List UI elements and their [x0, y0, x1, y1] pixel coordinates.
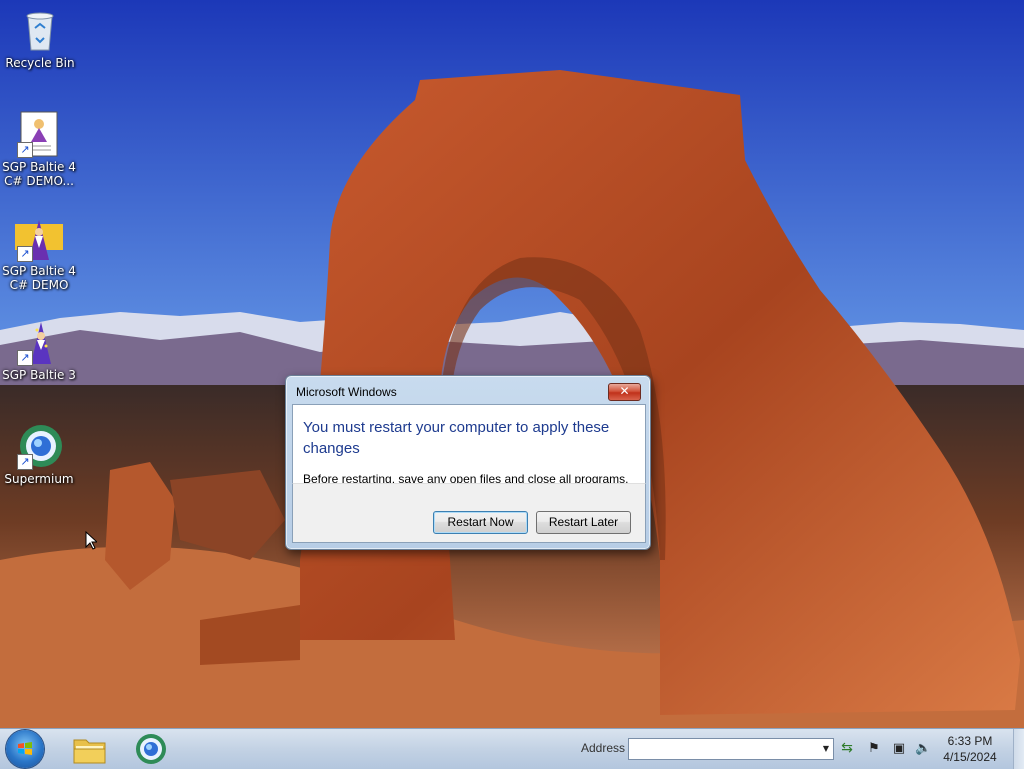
desktop-icon-sgp-baltie-4-demo-doc[interactable]: ↗ SGP Baltie 4 C# DEMO... [1, 110, 77, 188]
recycle-bin-icon [16, 6, 64, 54]
start-button[interactable] [6, 730, 44, 768]
desktop-icon-label: Recycle Bin [5, 56, 75, 70]
go-button[interactable]: ⇆ [836, 738, 858, 758]
restart-dialog: Microsoft Windows ✕ You must restart you… [285, 375, 651, 550]
browser-globe-icon [136, 734, 166, 764]
taskbar-app-explorer[interactable] [61, 731, 117, 767]
desktop-icon-label: SGP Baltie 3 [2, 368, 76, 382]
desktop-icon-label: SGP Baltie 4 C# DEMO... [2, 160, 76, 188]
wallpaper-delicate-arch [0, 0, 1024, 728]
close-button[interactable]: ✕ [608, 383, 641, 401]
restart-later-button[interactable]: Restart Later [536, 511, 631, 534]
shortcut-arrow-icon: ↗ [17, 246, 33, 262]
desktop-icon-sgp-baltie-4-demo[interactable]: ↗ SGP Baltie 4 C# DEMO [1, 214, 77, 292]
wizard-icon: ↗ [15, 318, 63, 366]
desktop-icon-supermium[interactable]: ↗ Supermium [1, 422, 77, 486]
desktop-icon-sgp-baltie-3[interactable]: ↗ SGP Baltie 3 [1, 318, 77, 382]
mouse-cursor-icon [85, 531, 97, 550]
dialog-title: Microsoft Windows [296, 385, 397, 399]
taskbar-app-supermium[interactable] [123, 731, 179, 767]
clock-date: 4/15/2024 [943, 750, 997, 764]
desktop-icon-label: Supermium [4, 472, 74, 486]
clock-time: 6:33 PM [947, 734, 993, 748]
shortcut-arrow-icon: ↗ [17, 454, 33, 470]
browser-globe-icon: ↗ [15, 422, 63, 470]
document-wizard-icon: ↗ [15, 110, 63, 158]
dialog-content: You must restart your computer to apply … [292, 404, 646, 486]
shortcut-arrow-icon: ↗ [17, 142, 33, 158]
chevron-down-icon[interactable]: ▼ [819, 739, 833, 759]
dialog-titlebar[interactable]: Microsoft Windows ✕ [286, 376, 650, 405]
address-input[interactable]: ▼ [628, 738, 834, 760]
network-icon[interactable]: ▣ [891, 741, 907, 757]
windows-logo-icon [18, 742, 32, 755]
wizard-icon: ↗ [15, 214, 63, 262]
desktop-icon-label: SGP Baltie 4 C# DEMO [2, 264, 76, 292]
shortcut-arrow-icon: ↗ [17, 350, 33, 366]
taskbar: Address ▼ ⇆ ⚑ ▣ 🔈 6:33 PM 4/15/2024 [0, 728, 1024, 769]
dialog-heading: You must restart your computer to apply … [303, 419, 610, 457]
address-toolbar-label: Address [581, 741, 626, 755]
restart-now-button[interactable]: Restart Now [433, 511, 528, 534]
desktop: Recycle Bin ↗ SGP Baltie 4 C# DEMO... ↗ … [0, 0, 1024, 728]
dialog-button-bar: Restart Now Restart Later [292, 483, 646, 543]
desktop-icon-recycle-bin[interactable]: Recycle Bin [2, 6, 78, 70]
show-desktop-button[interactable] [1013, 729, 1024, 769]
action-center-flag-icon[interactable]: ⚑ [866, 741, 882, 757]
system-clock[interactable]: 6:33 PM 4/15/2024 [940, 733, 1000, 765]
volume-muted-icon[interactable]: 🔈 [915, 741, 931, 757]
folder-icon [73, 739, 106, 764]
